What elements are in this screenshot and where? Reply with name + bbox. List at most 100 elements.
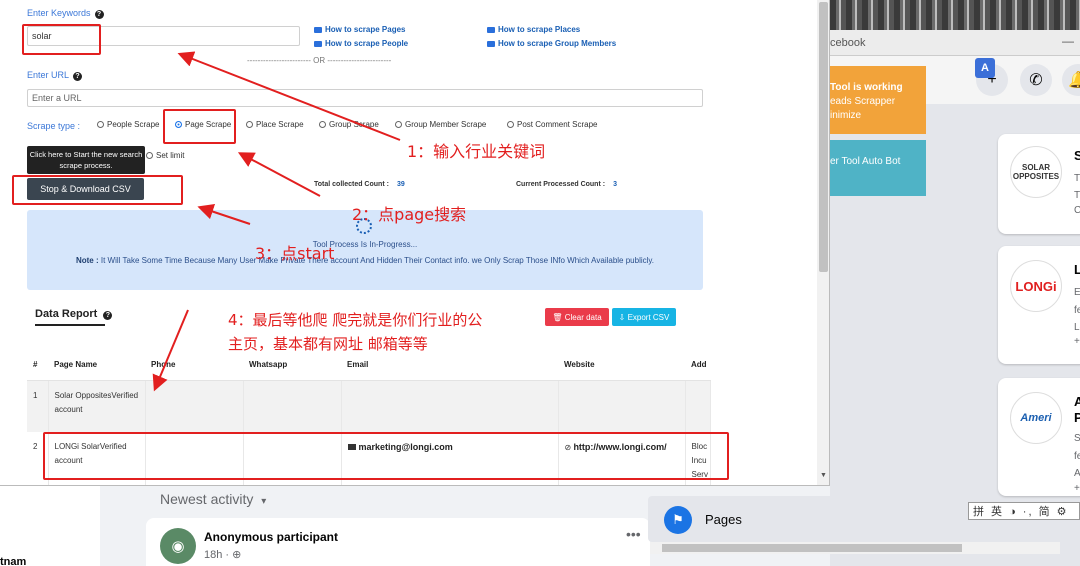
caret-down-icon: ▾ xyxy=(261,496,267,507)
column-header: Email xyxy=(341,350,558,381)
whatsapp-cell xyxy=(243,380,342,432)
scraper-popup: Enter Keywords? solar How to scrape Page… xyxy=(0,0,830,486)
progress-note: Note : It Will Take Some Time Because Ma… xyxy=(75,256,655,265)
email-cell xyxy=(341,380,559,432)
scroll-down-arrow-icon[interactable]: ▼ xyxy=(820,472,827,479)
howto-people-link[interactable]: How to scrape People xyxy=(314,39,408,48)
toast-title: Tool is working xyxy=(830,82,903,93)
address-cell xyxy=(685,380,711,432)
column-header: Add xyxy=(685,350,710,381)
flag-icon: ⚑ xyxy=(664,506,692,534)
column-header: # xyxy=(27,350,48,381)
column-header: Website xyxy=(558,350,685,381)
radio-icon xyxy=(507,121,514,128)
scrollbar-thumb[interactable] xyxy=(819,2,828,272)
download-icon: ⇩ xyxy=(618,312,628,322)
side-card-ameri[interactable]: Ameri A P S fe A + xyxy=(998,378,1080,496)
radio-icon xyxy=(97,121,104,128)
messenger-icon[interactable]: ✆ xyxy=(1020,64,1052,96)
video-icon xyxy=(314,26,322,33)
auto-bot-label: er Tool Auto Bot xyxy=(830,156,901,167)
radio-icon xyxy=(395,121,402,128)
window-title: cebook xyxy=(830,37,866,49)
more-options-icon[interactable]: ••• xyxy=(626,526,641,542)
auto-bot-panel[interactable]: er Tool Auto Bot xyxy=(830,140,926,196)
report-title: Data Report? xyxy=(35,308,113,320)
toast-line: eads Scrapper xyxy=(830,96,896,107)
annotation-box-stop xyxy=(12,175,183,205)
anonymous-avatar: ◉ xyxy=(160,528,196,564)
solar-opposites-logo: SOLAR OPPOSITES xyxy=(1010,146,1062,198)
url-input[interactable]: Enter a URL xyxy=(27,89,703,107)
annotation-box-longi-row xyxy=(43,432,729,480)
radio-icon xyxy=(319,121,326,128)
annotation-box-keyword xyxy=(22,24,101,55)
howto-pages-link[interactable]: How to scrape Pages xyxy=(314,25,405,34)
set-limit-checkbox[interactable]: Set limit xyxy=(146,151,184,160)
post-author[interactable]: Anonymous participant xyxy=(204,530,338,544)
progress-status: Tool Process Is In-Progress... xyxy=(312,240,418,249)
help-icon[interactable]: ? xyxy=(73,72,83,81)
video-icon xyxy=(487,26,495,33)
browser-titlebar: cebook — xyxy=(830,30,1080,56)
start-tooltip: Click here to Start the new search scrap… xyxy=(27,146,145,174)
clear-data-button[interactable]: 🗑 Clear data xyxy=(545,308,609,326)
trash-icon: 🗑 xyxy=(552,312,565,322)
export-csv-button[interactable]: ⇩ Export CSV xyxy=(612,308,676,326)
current-processed-count: Current Processed Count :3 xyxy=(516,181,617,188)
ime-toolbar[interactable]: 拼 英 ◑ ·, 简 ⚙ xyxy=(968,502,1080,520)
facebook-background-right: cebook — + ✆ 🔔 A Tool is working eads Sc… xyxy=(830,0,1080,566)
radio-group-member-scrape[interactable]: Group Member Scrape xyxy=(395,120,486,129)
side-card-solar[interactable]: SOLAR OPPOSITES S T T C xyxy=(998,134,1080,234)
toast-line: inimize xyxy=(830,110,862,121)
pages-shortcut[interactable]: ⚑ Pages xyxy=(648,496,960,542)
radio-place-scrape[interactable]: Place Scrape xyxy=(246,120,304,129)
arrow-to-page-scrape xyxy=(237,152,321,197)
annotation-step-2: 2：点page搜索 xyxy=(352,205,467,224)
annotation-step-4-line1: 4：最后等他爬 爬完就是你们行业的公 xyxy=(228,311,483,329)
scrape-type-label: Scrape type : xyxy=(27,121,81,131)
longi-logo: LONGi xyxy=(1010,260,1062,312)
newest-activity-sort[interactable]: Newest activity ▾ xyxy=(160,491,266,507)
website-cell xyxy=(558,380,686,432)
column-header: Page Name xyxy=(48,350,145,381)
annotation-step-4-line2: 主页，基本都有网址 邮箱等等 xyxy=(228,335,428,353)
popup-vertical-scrollbar[interactable]: ▼ xyxy=(817,0,829,485)
table-row: 1 Solar OppositesVerified account xyxy=(27,380,711,432)
left-pane: tnam xyxy=(0,486,100,566)
video-icon xyxy=(314,40,322,47)
post-card: ◉ Anonymous participant 18h · ⊕ ••• xyxy=(146,518,650,566)
column-header: Phone xyxy=(145,350,243,381)
ameri-logo: Ameri xyxy=(1010,392,1062,444)
radio-post-comment-scrape[interactable]: Post Comment Scrape xyxy=(507,120,597,129)
radio-icon xyxy=(246,121,253,128)
column-header: Whatsapp xyxy=(243,350,341,381)
row-number: 1 xyxy=(27,380,49,432)
howto-group-members-link[interactable]: How to scrape Group Members xyxy=(487,39,616,48)
page-name-cell: Solar OppositesVerified account xyxy=(48,380,146,432)
help-icon[interactable]: ? xyxy=(103,311,113,320)
checkbox-icon xyxy=(146,152,153,159)
help-icon[interactable]: ? xyxy=(94,10,104,19)
annotation-step-1: 1：输入行业关键词 xyxy=(407,142,546,161)
table-header-row: # Page Name Phone Whatsapp Email Website… xyxy=(27,350,710,381)
globe-icon: ⊕ xyxy=(232,549,242,561)
phone-cell xyxy=(145,380,244,432)
radio-group-scrape[interactable]: Group Scrape xyxy=(319,120,379,129)
howto-places-link[interactable]: How to scrape Places xyxy=(487,25,580,34)
title-underline xyxy=(35,324,105,326)
cover-photo xyxy=(830,0,1080,30)
notifications-bell-icon[interactable]: 🔔 xyxy=(1062,64,1080,96)
horizontal-scrollbar[interactable] xyxy=(650,542,1060,554)
total-collected-count: Total collected Count :39 xyxy=(314,181,405,188)
tool-working-toast: Tool is working eads Scrapper inimize xyxy=(830,66,926,134)
translate-extension-icon[interactable]: A xyxy=(975,58,995,78)
scrollbar-thumb[interactable] xyxy=(662,544,962,552)
post-time: 18h · ⊕ xyxy=(204,549,242,561)
side-card-longi[interactable]: LONGi L E fe Lo + xyxy=(998,246,1080,364)
minimize-button[interactable]: — xyxy=(1062,34,1074,48)
annotation-box-page-scrape xyxy=(163,109,236,144)
radio-people-scrape[interactable]: People Scrape xyxy=(97,120,159,129)
video-icon xyxy=(487,40,495,47)
location-text: tnam xyxy=(0,556,27,566)
